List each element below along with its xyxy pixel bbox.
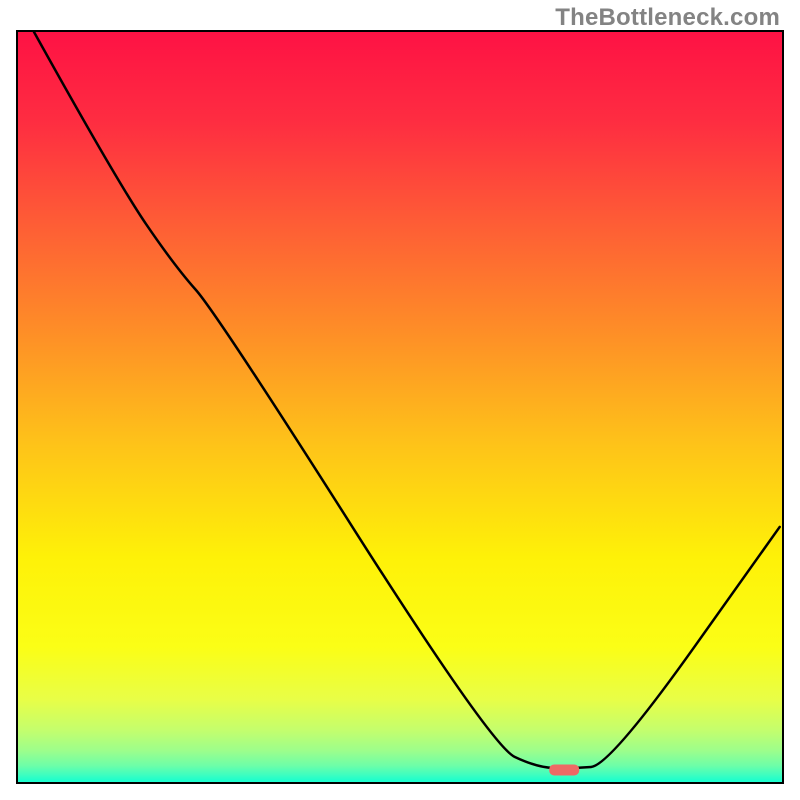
chart-canvas [18, 32, 782, 782]
plot-frame [16, 30, 784, 784]
optimal-point-marker [549, 764, 579, 775]
attribution-text: TheBottleneck.com [555, 4, 780, 32]
gradient-background [18, 32, 782, 782]
